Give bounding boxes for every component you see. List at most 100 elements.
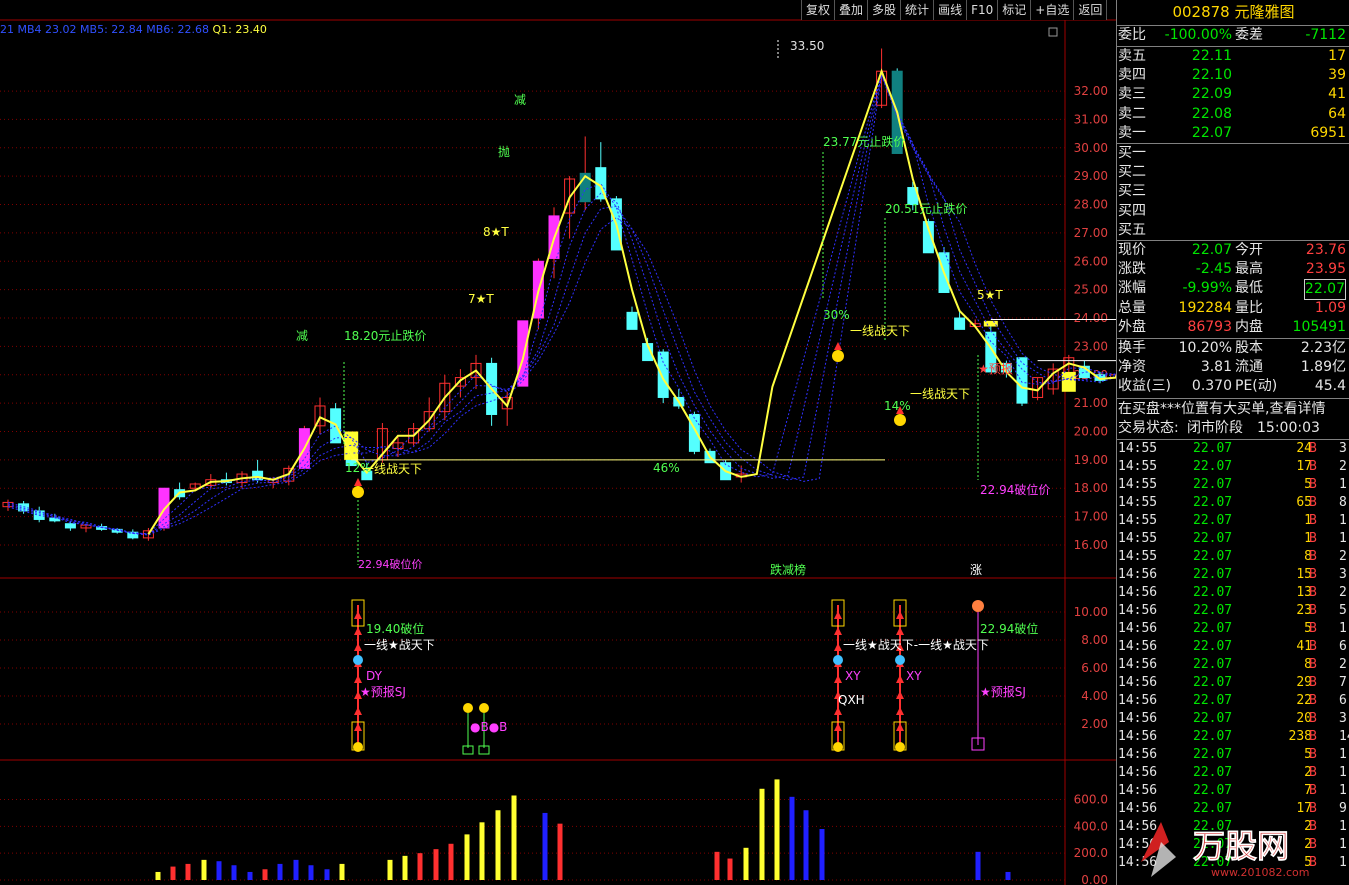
chart-annotation: 30%	[823, 308, 850, 322]
tick-time: 14:56	[1118, 765, 1158, 780]
buy-row: 买三	[1117, 182, 1349, 201]
tick-row: 14:56 22.07 2 B 1	[1117, 764, 1349, 782]
finance-label: 收益(三)	[1118, 378, 1171, 395]
sell-label: 卖四	[1118, 67, 1146, 84]
trade-status-value: 闭市阶段	[1187, 420, 1243, 436]
sell-label: 卖一	[1118, 124, 1146, 141]
back-button[interactable]: 返回	[1073, 0, 1108, 20]
sell-volume: 6951	[1310, 124, 1346, 141]
add-watchlist-button[interactable]: +自选	[1030, 0, 1074, 20]
finance-value: 0.370	[1191, 378, 1232, 395]
buy-label: 买一	[1118, 145, 1146, 161]
big-order-notice[interactable]: 在买盘***位置有大买单,查看详情	[1117, 400, 1349, 419]
sell-row: 卖四 22.10 39	[1117, 66, 1349, 85]
y-tick-label: 17.00	[1074, 510, 1108, 524]
quote-value: 192284	[1178, 299, 1232, 316]
volume-bar	[433, 849, 439, 880]
quote-label: 最低	[1235, 280, 1263, 297]
up-arrow-icon	[354, 627, 362, 635]
tick-price: 22.07	[1193, 765, 1233, 780]
watermark-url: www.201082.com	[1211, 866, 1309, 879]
y-tick-label: 16.00	[1074, 538, 1108, 552]
quote-label: 现价	[1118, 242, 1146, 258]
tick-time: 14:55	[1118, 531, 1158, 546]
quote-label: 总量	[1118, 299, 1146, 316]
chart-annotation: 7★T	[468, 292, 494, 306]
stock-title: 002878 元隆雅图	[1117, 0, 1349, 24]
tick-side: B	[1309, 783, 1317, 798]
candle	[408, 422, 420, 446]
statistics-button[interactable]: 统计	[900, 0, 934, 20]
f10-button[interactable]: F10	[966, 0, 998, 20]
quote-row: 涨跌 -2.45 最高 23.95	[1117, 260, 1349, 279]
quote-row: 涨幅 -9.99% 最低 22.07	[1117, 279, 1349, 301]
window-toggle-icon	[1048, 27, 1058, 37]
sell-price: 22.10	[1191, 67, 1232, 84]
tick-time: 14:55	[1118, 513, 1158, 528]
quote-row: 总量 192284 量比 1.09	[1117, 299, 1349, 318]
finance-label: 股本	[1235, 340, 1263, 356]
tick-price: 22.07	[1193, 495, 1233, 510]
quote-value: 23.95	[1305, 261, 1346, 278]
tick-price: 22.07	[1193, 729, 1233, 744]
tick-count: 3	[1339, 567, 1347, 582]
tick-side: B	[1309, 729, 1317, 744]
signal-annotation: ★预报SJ	[360, 684, 406, 699]
y-tick-label: 26.00	[1074, 254, 1108, 268]
tick-row: 14:55 22.07 17 B 2	[1117, 458, 1349, 476]
ma-header-part: 23.02	[45, 23, 77, 36]
tick-side: B	[1309, 747, 1317, 762]
up-arrow-icon	[896, 675, 904, 683]
tick-side: B	[1309, 567, 1317, 582]
y-tick-label: 29.00	[1074, 169, 1108, 183]
tick-time: 14:56	[1118, 639, 1158, 654]
y-tick-label: 600.0	[1074, 793, 1108, 807]
sell-row: 卖三 22.09 41	[1117, 85, 1349, 104]
tick-side: B	[1309, 693, 1317, 708]
tick-time: 14:56	[1118, 567, 1158, 582]
candle	[642, 337, 654, 362]
kline-chart[interactable]: 32.00 31.00 30.00 29.00 28.00 27.00 26.00 25.00…	[0, 0, 1116, 885]
volume-bar	[727, 858, 733, 880]
candle	[657, 349, 669, 404]
sell-label: 卖二	[1118, 105, 1146, 122]
volume-bar	[262, 869, 268, 880]
chart-annotation: 46%	[653, 461, 680, 475]
tick-row: 14:56 22.07 23 B 5	[1117, 602, 1349, 620]
tick-count: 3	[1339, 711, 1347, 726]
volume-bar	[803, 810, 809, 880]
volume-bar	[324, 869, 330, 880]
volume-bar	[819, 829, 825, 880]
up-arrow-icon	[896, 707, 904, 715]
sell-row: 卖五 22.11 17	[1117, 47, 1349, 66]
tick-time: 14:55	[1118, 477, 1158, 492]
candle	[376, 422, 388, 463]
mark-button[interactable]: 标记	[997, 0, 1031, 20]
tick-side: B	[1309, 603, 1317, 618]
y-tick-label: 4.00	[1081, 689, 1108, 703]
tick-side: B	[1309, 477, 1317, 492]
multi-stock-button[interactable]: 多股	[867, 0, 901, 20]
signal-annotation: QXH	[838, 693, 865, 707]
up-arrow-icon	[354, 707, 362, 715]
overlay-button[interactable]: 叠加	[834, 0, 868, 20]
finance-label: 净资	[1118, 359, 1146, 376]
y-tick-label: 31.00	[1074, 112, 1108, 126]
tick-row: 14:55 22.07 1 B 1	[1117, 530, 1349, 548]
sell-price: 22.09	[1191, 86, 1232, 103]
tick-price: 22.07	[1193, 657, 1233, 672]
trade-status-time: 15:00:03	[1257, 420, 1320, 436]
quote-value: 86793	[1187, 318, 1232, 335]
quote-label: 涨幅	[1118, 280, 1146, 297]
tick-row: 14:56 22.07 5 B 1	[1117, 620, 1349, 638]
y-tick-label: 18.00	[1074, 481, 1108, 495]
draw-line-button[interactable]: 画线	[933, 0, 967, 20]
tick-price: 22.07	[1193, 639, 1233, 654]
restore-rights-button[interactable]: 复权	[801, 0, 835, 20]
tick-count: 1	[1339, 765, 1347, 780]
up-arrow-icon	[354, 643, 362, 651]
up-arrow-icon	[896, 723, 904, 731]
signal-annotation: DY	[366, 669, 383, 683]
volume-bar	[339, 863, 345, 880]
chart-annotation: 14%	[884, 399, 911, 413]
